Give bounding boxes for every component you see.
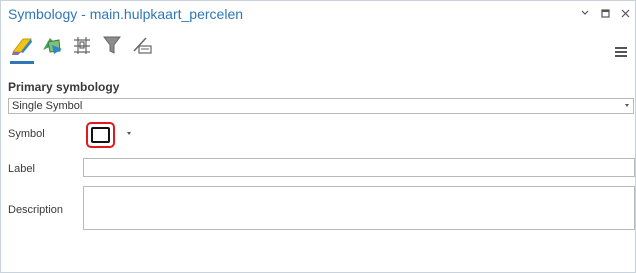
symbology-pane: Symbology - main.hulpkaart_percelen Prim… xyxy=(0,0,636,273)
label-input[interactable] xyxy=(83,158,635,177)
close-icon[interactable] xyxy=(619,6,631,20)
primary-symbology-icon xyxy=(10,34,34,64)
description-field-label: Description xyxy=(8,204,64,216)
symbol-dropdown-icon[interactable] xyxy=(127,132,131,135)
tab-symbol-classes[interactable] xyxy=(97,32,127,64)
symbol-swatch-button[interactable] xyxy=(86,122,115,148)
polygon-symbol-preview-icon xyxy=(91,127,110,143)
tab-vary-symbology[interactable] xyxy=(37,32,67,64)
symbology-toolbar xyxy=(7,32,157,64)
renderer-selected-value: Single Symbol xyxy=(12,100,83,112)
description-textarea[interactable] xyxy=(83,186,635,230)
tab-symbol-layer-drawing[interactable] xyxy=(67,32,97,64)
window-controls xyxy=(579,6,631,20)
renderer-dropdown[interactable]: Single Symbol xyxy=(8,98,634,114)
maximize-icon[interactable] xyxy=(599,6,611,20)
section-title: Primary symbology xyxy=(8,80,120,94)
tab-primary-symbology[interactable] xyxy=(7,32,37,64)
pane-options-chevron-icon[interactable] xyxy=(579,6,591,20)
hamburger-menu-icon[interactable] xyxy=(615,47,627,57)
dropdown-caret-icon xyxy=(625,104,629,107)
pane-titlebar: Symbology - main.hulpkaart_percelen xyxy=(1,1,635,29)
tab-masking[interactable] xyxy=(127,32,157,64)
symbol-label: Symbol xyxy=(8,128,45,140)
vary-symbology-icon xyxy=(40,34,64,64)
masking-icon xyxy=(130,34,154,64)
symbol-layer-drawing-icon xyxy=(70,34,94,64)
pane-title: Symbology - main.hulpkaart_percelen xyxy=(8,6,244,22)
label-field-label: Label xyxy=(8,163,35,175)
filter-icon xyxy=(100,34,124,64)
